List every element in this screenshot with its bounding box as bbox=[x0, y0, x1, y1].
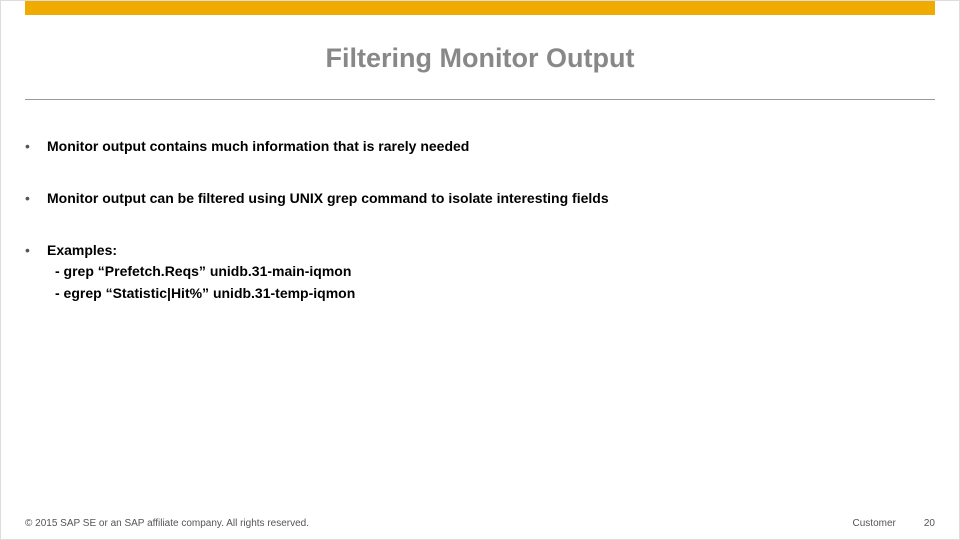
bullet-item: • Monitor output can be filtered using U… bbox=[25, 188, 935, 208]
content-area: • Monitor output contains much informati… bbox=[25, 136, 935, 336]
title-divider bbox=[25, 99, 935, 100]
bullet-dot-icon: • bbox=[25, 136, 47, 156]
bullet-text: Monitor output contains much information… bbox=[47, 136, 935, 156]
bullet-text: Examples: bbox=[47, 240, 935, 260]
sub-bullet-text: - egrep “Statistic|Hit%” unidb.31-temp-i… bbox=[47, 282, 935, 304]
bullet-dot-icon: • bbox=[25, 188, 47, 208]
bullet-item: • Examples: - grep “Prefetch.Reqs” unidb… bbox=[25, 240, 935, 304]
footer-copyright: © 2015 SAP SE or an SAP affiliate compan… bbox=[25, 518, 853, 529]
bullet-body: Monitor output contains much information… bbox=[47, 136, 935, 156]
footer-classification: Customer bbox=[853, 518, 896, 529]
bullet-item: • Monitor output contains much informati… bbox=[25, 136, 935, 156]
bullet-body: Examples: - grep “Prefetch.Reqs” unidb.3… bbox=[47, 240, 935, 304]
footer-page-number: 20 bbox=[924, 518, 935, 529]
slide-title: Filtering Monitor Output bbox=[1, 43, 959, 74]
footer: © 2015 SAP SE or an SAP affiliate compan… bbox=[25, 518, 935, 529]
bullet-dot-icon: • bbox=[25, 240, 47, 260]
sub-bullet-text: - grep “Prefetch.Reqs” unidb.31-main-iqm… bbox=[47, 260, 935, 282]
bullet-text: Monitor output can be filtered using UNI… bbox=[47, 188, 935, 208]
brand-bar bbox=[25, 1, 935, 15]
bullet-body: Monitor output can be filtered using UNI… bbox=[47, 188, 935, 208]
slide: Filtering Monitor Output • Monitor outpu… bbox=[0, 0, 960, 540]
